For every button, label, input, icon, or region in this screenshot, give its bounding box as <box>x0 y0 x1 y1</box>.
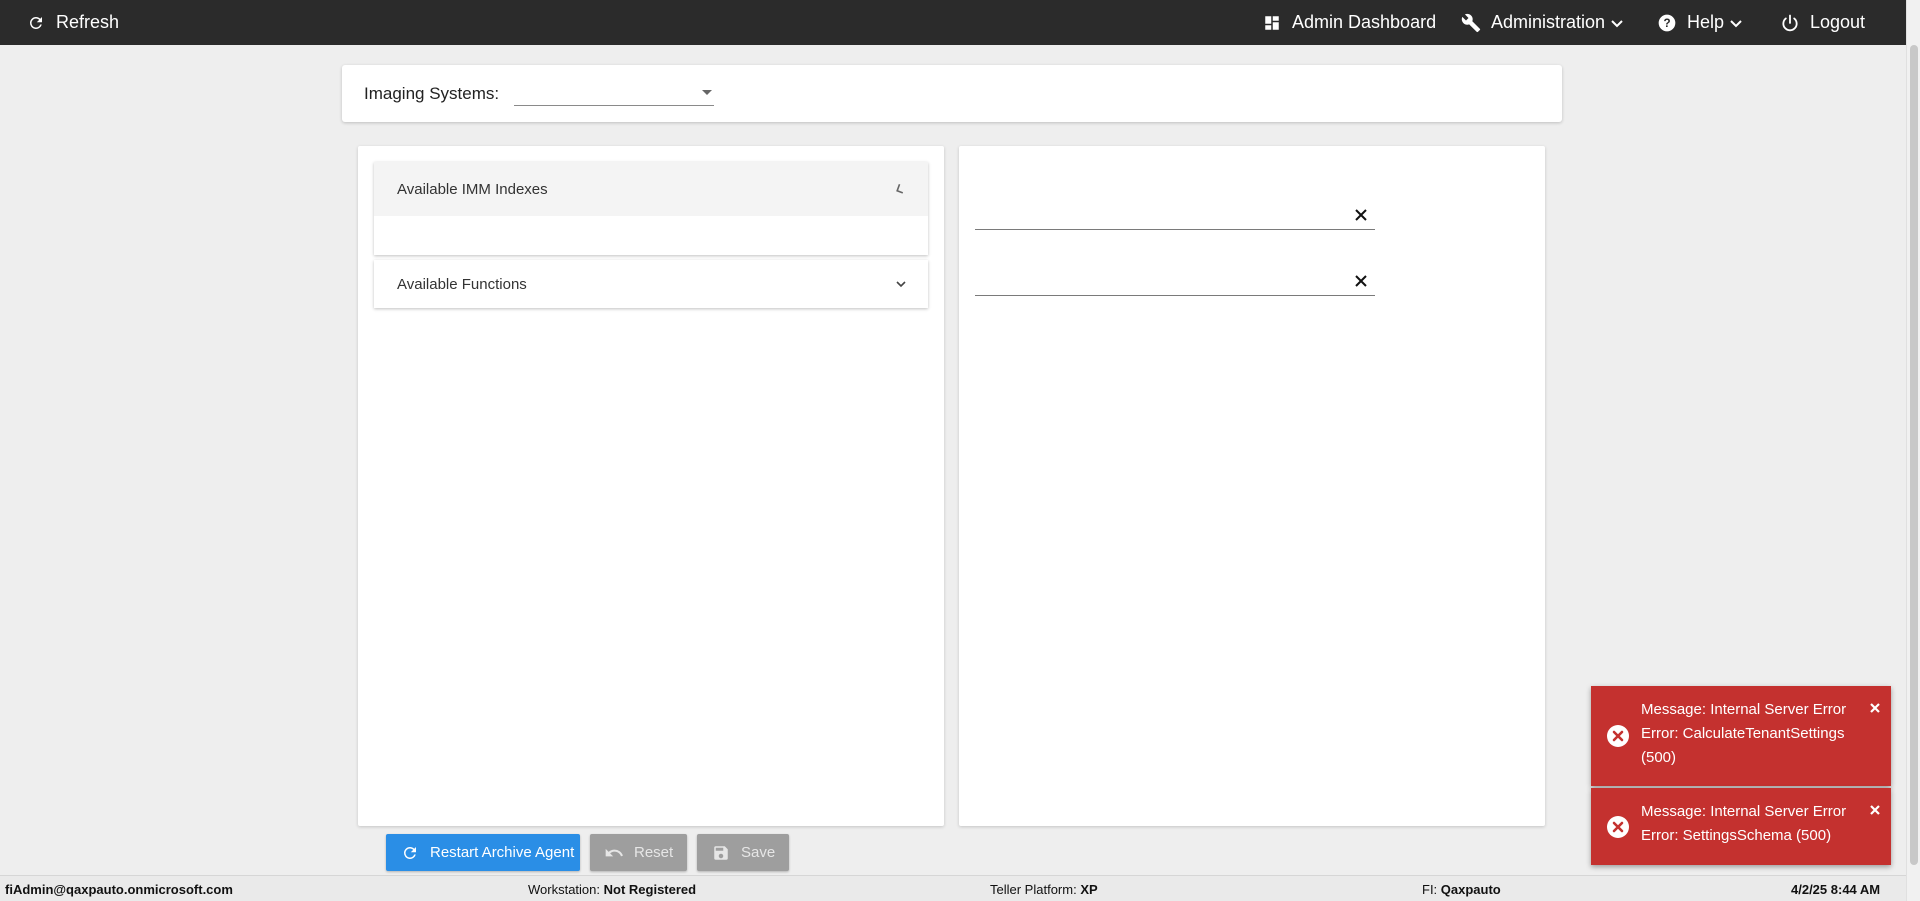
toast-message: Message: Internal Server Error Error: Se… <box>1641 803 1847 844</box>
error-toast: Message: Internal Server Error Error: Se… <box>1591 788 1891 865</box>
admin-dashboard-label: Admin Dashboard <box>1292 12 1437 32</box>
imaging-systems-card: Imaging Systems: <box>342 65 1562 122</box>
text-field-1 <box>975 202 1375 230</box>
refresh-icon <box>26 13 46 33</box>
status-bar: fiAdmin@qaxpauto.onmicrosoft.com Worksta… <box>0 875 1906 901</box>
administration-menu[interactable]: Administration <box>1461 0 1624 45</box>
floppy-disk-icon <box>711 843 731 863</box>
logout-label: Logout <box>1810 12 1866 32</box>
undo-icon <box>604 843 624 863</box>
clear-icon[interactable] <box>1353 273 1369 289</box>
dropdown-arrow-icon <box>702 90 712 95</box>
svg-text:?: ? <box>1663 17 1670 30</box>
loading-spinner-icon <box>894 182 908 196</box>
scrollbar-thumb[interactable] <box>1910 45 1918 865</box>
reset-label: Reset <box>634 844 674 861</box>
text-input-2[interactable] <box>975 268 1345 294</box>
chevron-down-icon <box>1610 16 1624 30</box>
error-toast: Message: Internal Server Error Error: Ca… <box>1591 686 1891 786</box>
imaging-systems-select[interactable] <box>514 82 714 106</box>
functions-title: Available Functions <box>397 275 527 293</box>
top-navigation-bar: Refresh Admin Dashboard Administration ?… <box>0 0 1920 45</box>
left-panel: Available IMM Indexes Available Function… <box>358 146 944 826</box>
power-icon <box>1780 13 1800 33</box>
save-button[interactable]: Save <box>697 834 789 871</box>
imaging-systems-label: Imaging Systems: <box>364 84 500 103</box>
save-label: Save <box>741 844 776 861</box>
fi-status: FI: Qaxpauto <box>1422 882 1501 897</box>
text-input-1[interactable] <box>975 202 1345 228</box>
close-icon[interactable] <box>1869 800 1881 815</box>
user-account: fiAdmin@qaxpauto.onmicrosoft.com <box>5 882 233 897</box>
functions-header[interactable]: Available Functions <box>374 260 928 308</box>
imm-indexes-expansion-panel: Available IMM Indexes <box>374 162 928 255</box>
chevron-down-icon <box>894 277 908 291</box>
error-circle-icon <box>1606 815 1630 839</box>
teller-platform-status: Teller Platform: XP <box>990 882 1098 897</box>
logout-button[interactable]: Logout <box>1780 0 1865 45</box>
imm-indexes-header[interactable]: Available IMM Indexes <box>374 162 928 216</box>
page-scrollbar[interactable] <box>1906 0 1920 901</box>
refresh-label: Refresh <box>56 12 120 32</box>
toast-message: Message: Internal Server Error Error: Ca… <box>1641 701 1847 766</box>
status-datetime: 4/2/25 8:44 AM <box>1791 882 1881 897</box>
chevron-down-icon <box>1729 16 1743 30</box>
dashboard-icon <box>1262 13 1282 33</box>
workstation-status: Workstation: Not Registered <box>528 882 697 897</box>
reset-button[interactable]: Reset <box>590 834 687 871</box>
admin-dashboard-link[interactable]: Admin Dashboard <box>1262 0 1436 45</box>
help-icon: ? <box>1657 13 1677 33</box>
refresh-icon <box>400 843 420 863</box>
refresh-button[interactable]: Refresh <box>26 0 119 45</box>
restart-archive-agent-label: Restart Archive Agent <box>430 844 575 861</box>
imm-indexes-title: Available IMM Indexes <box>397 180 548 198</box>
restart-archive-agent-button[interactable]: Restart Archive Agent <box>386 834 580 871</box>
help-menu[interactable]: ? Help <box>1657 0 1743 45</box>
help-label: Help <box>1687 12 1725 32</box>
wrench-icon <box>1461 13 1481 33</box>
close-icon[interactable] <box>1869 698 1881 713</box>
clear-icon[interactable] <box>1353 207 1369 223</box>
error-circle-icon <box>1606 724 1630 748</box>
right-panel <box>959 146 1545 826</box>
administration-label: Administration <box>1491 12 1606 32</box>
functions-expansion-panel: Available Functions <box>374 260 928 308</box>
text-field-2 <box>975 268 1375 296</box>
